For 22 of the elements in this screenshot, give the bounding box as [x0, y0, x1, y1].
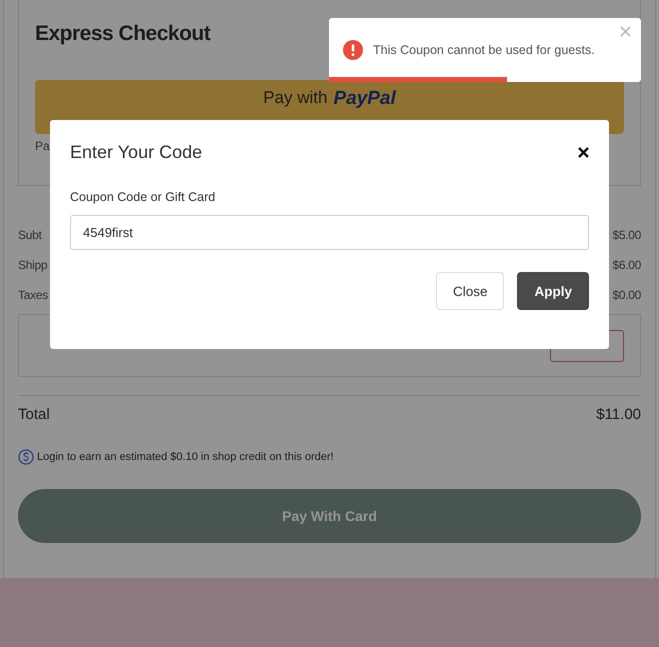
- paypal-note: Pa: [35, 139, 50, 153]
- dialog-title: Enter Your Code: [70, 142, 202, 163]
- section-title: Express Checkout: [35, 22, 212, 46]
- total-label: Total: [18, 406, 50, 422]
- coupon-code-field[interactable]: 4549first: [70, 215, 589, 250]
- paypal-button-label: Pay with: [263, 88, 328, 108]
- dollar-coin-icon: [18, 449, 34, 465]
- field-label: Coupon Code or Gift Card: [70, 190, 216, 204]
- summary-amount: $6.00: [612, 258, 641, 272]
- summary-label: Subt: [18, 228, 42, 242]
- summary-amount: $0.00: [612, 288, 641, 302]
- total-amount: $11.00: [596, 406, 641, 422]
- close-button[interactable]: Close: [436, 272, 504, 310]
- paypal-logo: PayPal: [333, 88, 396, 110]
- apply-button[interactable]: Apply: [517, 272, 589, 310]
- summary-amount: $5.00: [612, 228, 641, 242]
- summary-label: Taxes: [18, 288, 48, 302]
- toast-message: This Coupon cannot be used for guests.: [373, 43, 595, 57]
- shop-credit-note: Login to earn an estimated $0.10 in shop credit on this order!: [37, 451, 334, 463]
- close-icon[interactable]: [578, 147, 589, 158]
- summary-label: Shipp: [18, 258, 48, 272]
- error-icon: [343, 40, 363, 60]
